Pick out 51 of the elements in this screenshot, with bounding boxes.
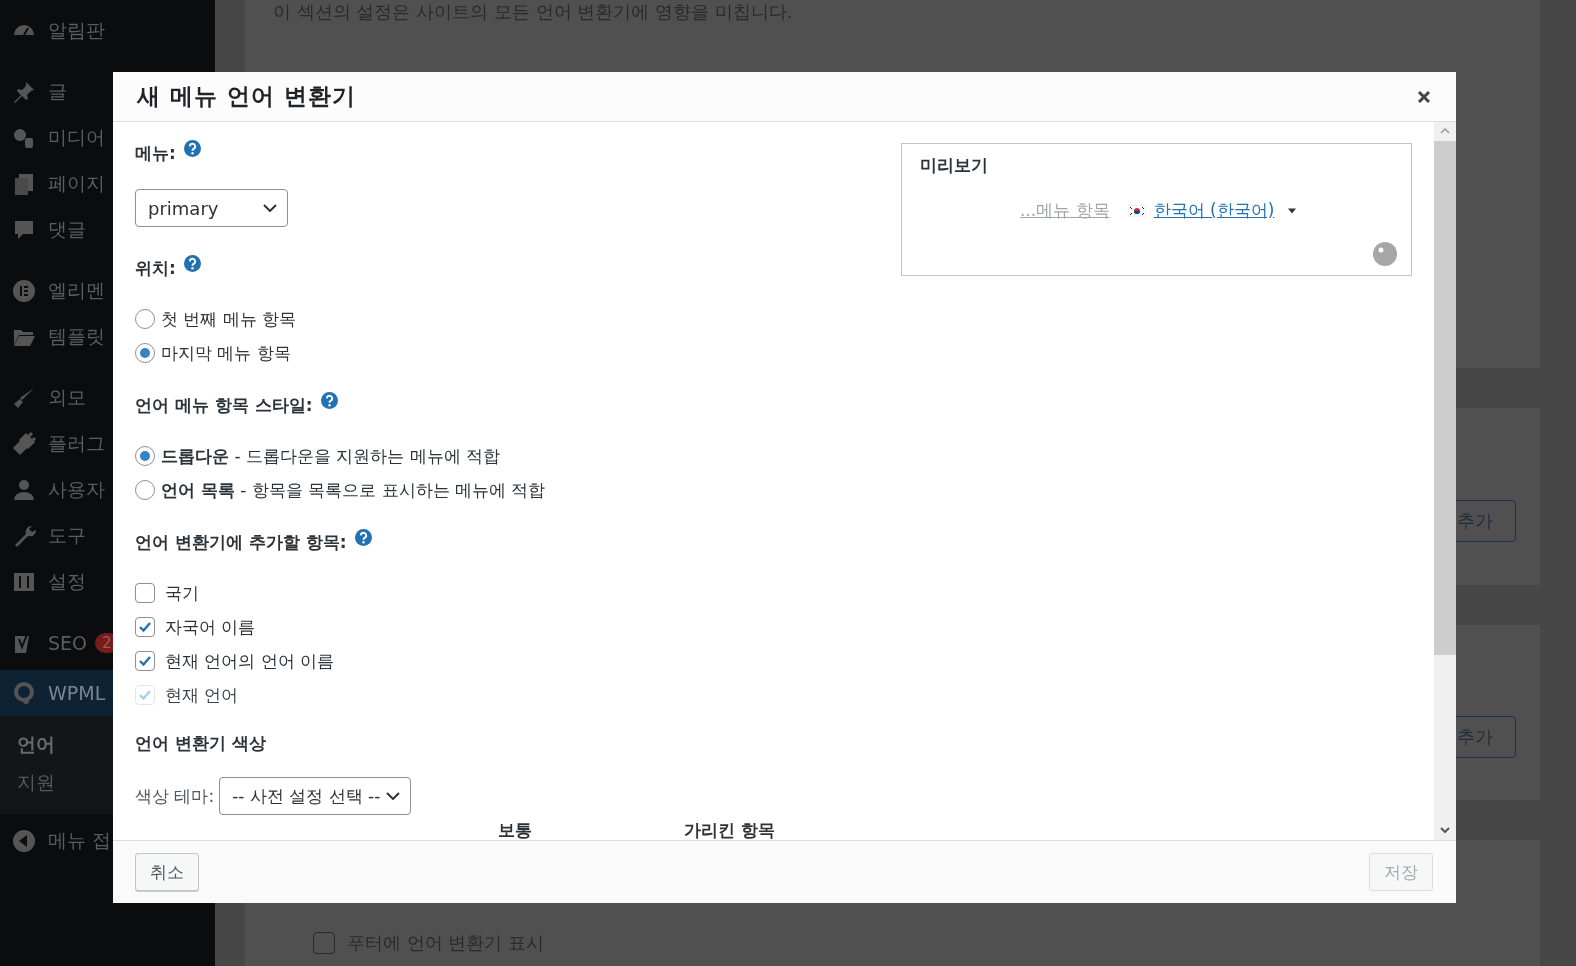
field-label: 메뉴: [135,142,176,165]
help-icon[interactable] [183,255,201,272]
field-label: 언어 메뉴 항목 스타일: [135,394,313,417]
radio-label: 마지막 메뉴 항목 [161,341,291,365]
user-icon [12,478,36,502]
checkbox[interactable] [135,617,155,637]
comment-icon [12,218,36,242]
checkbox-label: 자국어 이름 [165,615,256,639]
plug-icon [12,432,36,456]
checkbox[interactable] [135,583,155,603]
sliders-icon [12,570,36,594]
language-link[interactable]: 한국어 (한국어) [1153,199,1275,222]
camera-icon [12,126,36,150]
brush-icon [12,386,36,410]
radio-label: 첫 번째 메뉴 항목 [161,307,297,331]
field-label: 색상 테마: [135,784,215,808]
scroll-up-icon[interactable] [1440,128,1450,134]
scroll-down-icon[interactable] [1440,827,1450,833]
scrollbar[interactable] [1434,122,1456,840]
checkbox[interactable] [313,932,335,954]
menu-select[interactable]: primary [135,189,288,227]
sphere-icon [1373,242,1397,266]
help-icon[interactable] [354,529,372,546]
column-heading: 보통 [498,819,532,840]
field-label: 위치: [135,257,176,280]
menu-item-link[interactable]: ...메뉴 항목 [1020,199,1110,222]
caret-icon [1288,207,1297,214]
theme-select[interactable]: -- 사전 설정 선택 -- [219,777,412,815]
field-label: 언어 변환기에 추가할 항목: [135,531,347,554]
elementor-icon [12,279,36,303]
section-heading: 언어 변환기 색상 [135,732,267,755]
radio-label: 언어 목록 - 항목을 목록으로 표시하는 메뉴에 적합 [161,478,546,502]
pages-icon [12,172,36,196]
help-icon[interactable] [183,140,201,157]
checkbox-label: 국기 [165,581,199,605]
close-icon[interactable] [1416,88,1432,105]
sidebar-item[interactable]: 알림판 [0,12,215,50]
pin-icon [12,80,36,104]
chevron-down-icon [263,204,277,212]
flag-icon [1127,204,1146,217]
cancel-button[interactable]: 취소 [135,853,199,891]
help-icon[interactable] [320,392,338,409]
checkbox-label: 현재 언어의 언어 이름 [165,649,335,673]
dialog-title: 새 메뉴 언어 변환기 [137,82,357,111]
preview-title: 미리보기 [920,154,989,177]
chevron-down-icon [386,792,401,800]
collapse-icon [12,829,36,853]
column-heading: 가리킨 항목 [684,819,775,840]
radio-label: 드롭다운 - 드롭다운을 지원하는 메뉴에 적합 [161,444,501,468]
checkbox[interactable] [135,651,155,671]
loop-icon [12,681,36,705]
